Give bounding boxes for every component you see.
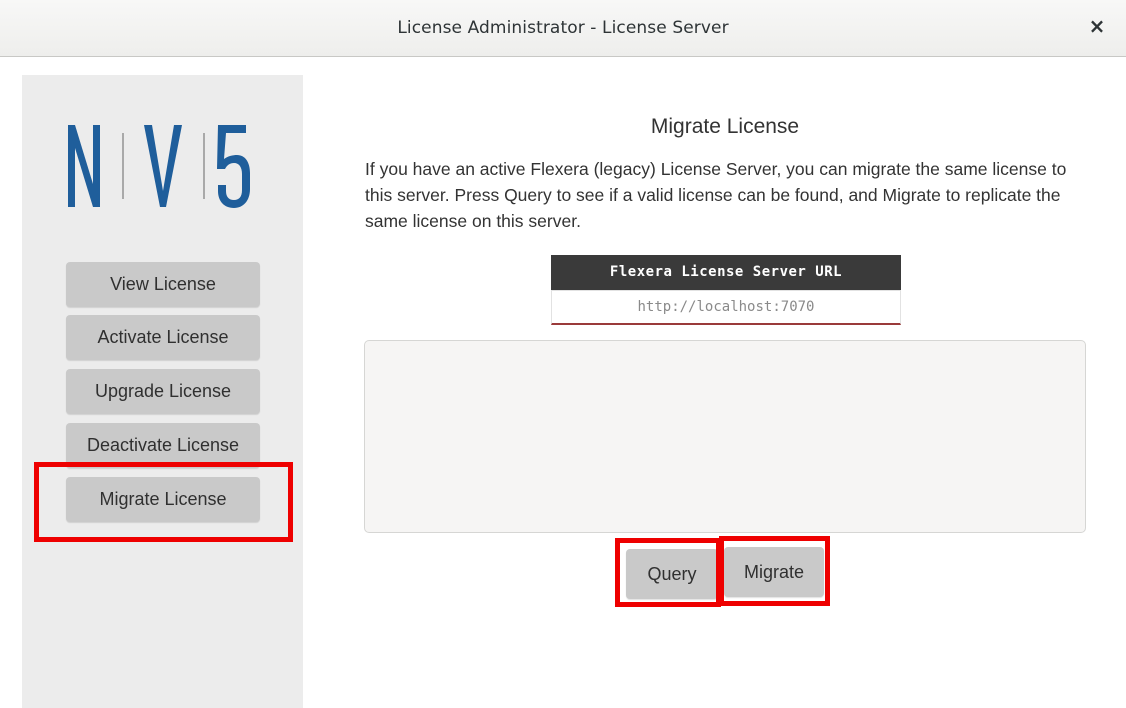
- migrate-button[interactable]: Migrate: [724, 547, 824, 597]
- flexera-url-field-group: Flexera License Server URL http://localh…: [551, 255, 901, 327]
- close-icon[interactable]: ×: [1086, 14, 1108, 38]
- sidebar-item-view-license[interactable]: View License: [66, 262, 260, 307]
- nv5-logo-graphic: [68, 125, 250, 208]
- description-text: If you have an active Flexera (legacy) L…: [365, 159, 1067, 231]
- window-title: License Administrator - License Server: [397, 18, 729, 38]
- query-output-area[interactable]: [364, 340, 1086, 533]
- sidebar-item-activate-license[interactable]: Activate License: [66, 315, 260, 360]
- page-title: Migrate License: [650, 115, 800, 138]
- flexera-url-input[interactable]: http://localhost:7070: [551, 290, 901, 325]
- window-titlebar: License Administrator - License Server ×: [0, 0, 1126, 57]
- flexera-url-label: Flexera License Server URL: [551, 255, 901, 290]
- sidebar-item-migrate-license[interactable]: Migrate License: [66, 477, 260, 522]
- nv5-logo: [66, 121, 252, 213]
- query-button[interactable]: Query: [626, 549, 718, 599]
- sidebar-item-upgrade-license[interactable]: Upgrade License: [66, 369, 260, 414]
- sidebar-item-deactivate-license[interactable]: Deactivate License: [66, 423, 260, 468]
